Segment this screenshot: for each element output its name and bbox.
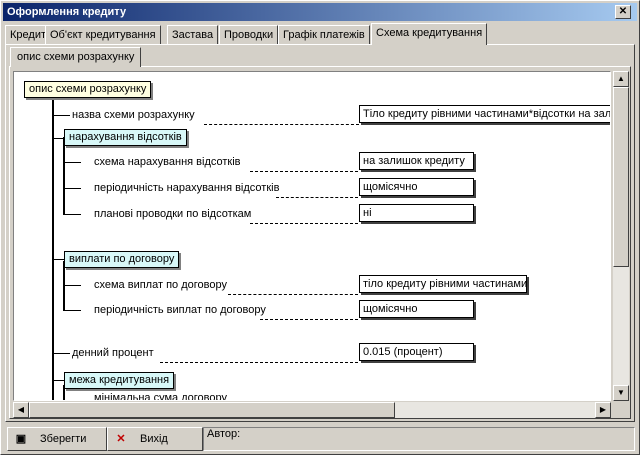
- interest-period-field[interactable]: щомісячно: [359, 178, 474, 196]
- tab-object[interactable]: Об'єкт кредитування: [45, 25, 161, 45]
- leader-line: [204, 124, 359, 125]
- vertical-scroll-thumb[interactable]: [613, 87, 629, 267]
- tree-line: [63, 188, 81, 189]
- scheme-tree-canvas: опис схеми розрахунку назва схеми розрах…: [13, 71, 611, 401]
- interest-scheme-field[interactable]: на залишок кредиту: [359, 152, 474, 170]
- tree-line: [63, 310, 81, 311]
- save-button-label: Зберегти: [40, 433, 87, 445]
- subtab-scheme-description[interactable]: опис схеми розрахунку: [10, 47, 142, 67]
- payments-node[interactable]: виплати по договору: [64, 251, 180, 268]
- floppy-disk-icon: ▣: [15, 433, 27, 445]
- close-x-icon: ✕: [116, 433, 126, 445]
- leader-line: [250, 171, 358, 172]
- window-title: Оформлення кредиту: [7, 6, 127, 18]
- tree-line: [63, 285, 81, 286]
- exit-button[interactable]: ✕ Вихід: [107, 427, 203, 451]
- interest-row-label: періодичність нарахування відсотків: [94, 182, 280, 194]
- leader-line: [250, 223, 358, 224]
- close-icon[interactable]: ✕: [615, 5, 631, 19]
- leader-line: [160, 362, 358, 363]
- interest-row-label: схема нарахування відсотків: [94, 156, 241, 168]
- scroll-up-icon[interactable]: ▲: [613, 71, 629, 87]
- payments-period-field[interactable]: щомісячно: [359, 300, 474, 318]
- tree-line: [63, 214, 81, 215]
- scroll-right-icon[interactable]: ▶: [595, 402, 611, 418]
- root-node[interactable]: опис схеми розрахунку: [24, 81, 152, 98]
- author-label: Автор:: [207, 428, 241, 440]
- tab-page: опис схеми розрахунку опис схеми розраху…: [5, 44, 635, 422]
- tree-line: [63, 261, 65, 311]
- tree-line: [63, 162, 81, 163]
- horizontal-scrollbar[interactable]: ◀ ▶: [13, 402, 611, 418]
- tree-line: [52, 115, 70, 116]
- payments-row-label: схема виплат по договору: [94, 279, 227, 291]
- leader-line: [276, 197, 358, 198]
- limit-node[interactable]: межа кредитування: [64, 372, 175, 389]
- tab-collateral[interactable]: Застава: [167, 25, 219, 45]
- leader-line: [260, 319, 358, 320]
- tree-line: [52, 353, 70, 354]
- save-button[interactable]: ▣ Зберегти: [7, 427, 107, 451]
- leader-line: [228, 294, 358, 295]
- payments-row-label: періодичність виплат по договору: [94, 304, 266, 316]
- title-bar: Оформлення кредиту ✕: [3, 3, 637, 21]
- tree-line: [63, 137, 65, 215]
- author-panel: Автор:: [203, 427, 635, 451]
- interest-row-label: планові проводки по відсоткам: [94, 208, 252, 220]
- payments-scheme-field[interactable]: тіло кредиту рівними частинами: [359, 275, 527, 293]
- tab-credit-scheme[interactable]: Схема кредитування: [371, 23, 488, 45]
- interest-postings-field[interactable]: ні: [359, 204, 474, 222]
- daily-rate-field[interactable]: 0.015 (процент): [359, 343, 474, 361]
- scroll-down-icon[interactable]: ▼: [613, 385, 629, 401]
- sub-page: опис схеми розрахунку назва схеми розрах…: [9, 66, 631, 419]
- interest-node[interactable]: нарахування відсотків: [64, 129, 187, 146]
- scheme-name-label: назва схеми розрахунку: [72, 109, 195, 121]
- vertical-scrollbar[interactable]: ▲ ▼: [613, 71, 629, 401]
- exit-button-label: Вихід: [140, 433, 168, 445]
- daily-rate-label: денний процент: [72, 347, 154, 359]
- bottom-toolbar: ▣ Зберегти ✕ Вихід Автор:: [5, 425, 637, 453]
- application-window: Оформлення кредиту ✕ Кредит Об'єкт креди…: [0, 0, 640, 455]
- tab-schedule[interactable]: Графік платежів: [278, 25, 370, 45]
- scroll-left-icon[interactable]: ◀: [13, 402, 29, 418]
- tab-postings[interactable]: Проводки: [219, 25, 279, 45]
- horizontal-scroll-thumb[interactable]: [29, 402, 395, 418]
- scheme-name-field[interactable]: Тіло кредиту рівними частинами*відсотки …: [359, 105, 610, 123]
- limit-row-label: мінімальна сума договору: [94, 392, 227, 401]
